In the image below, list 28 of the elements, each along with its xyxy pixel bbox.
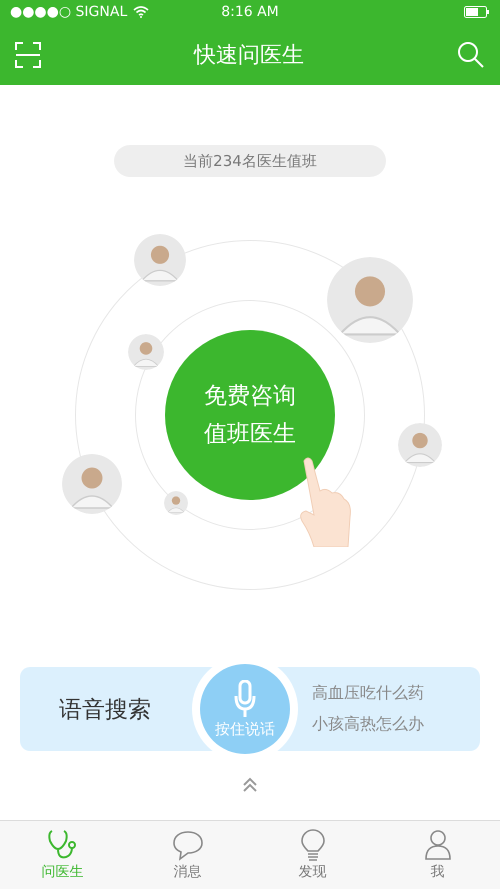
doctor-avatar[interactable] [398,423,442,467]
example-query[interactable]: 小孩高热怎么办 [312,714,424,735]
scan-button[interactable] [14,40,42,68]
doctor-avatar[interactable] [128,334,164,370]
on-duty-count: 当前234名医生值班 [114,145,386,177]
light-bulb-icon [300,829,326,861]
example-query[interactable]: 高血压吃什么药 [312,683,424,704]
tab-bar-item[interactable]: 发现 [250,821,375,889]
person-icon [424,829,452,861]
microphone-icon [234,680,256,718]
voice-search-label: 语音搜索 [58,696,152,724]
speech-bubble-icon [172,829,204,861]
doctor-avatar[interactable] [327,257,413,343]
tab-bar-item[interactable]: 我 [375,821,500,889]
tab-bar-item[interactable]: 问医生 [0,821,125,889]
double-chevron-up-icon[interactable] [242,777,258,793]
hold-to-talk-button[interactable]: 按住说话 [200,664,290,754]
tab-bar-item[interactable]: 消息 [125,821,250,889]
search-button[interactable] [456,40,486,70]
doctor-avatar[interactable] [134,234,186,286]
doctor-avatar[interactable] [164,491,188,515]
page-title: 快速问医生 [194,42,304,70]
status-time: 8:16 AM [221,4,279,20]
battery-icon [464,6,490,18]
doctor-avatar[interactable] [62,454,122,514]
free-consult-button[interactable]: 免费咨询 值班医生 [165,330,335,500]
carrier-signal: ●●●●○ SIGNAL [10,4,128,20]
wifi-icon [133,6,150,18]
